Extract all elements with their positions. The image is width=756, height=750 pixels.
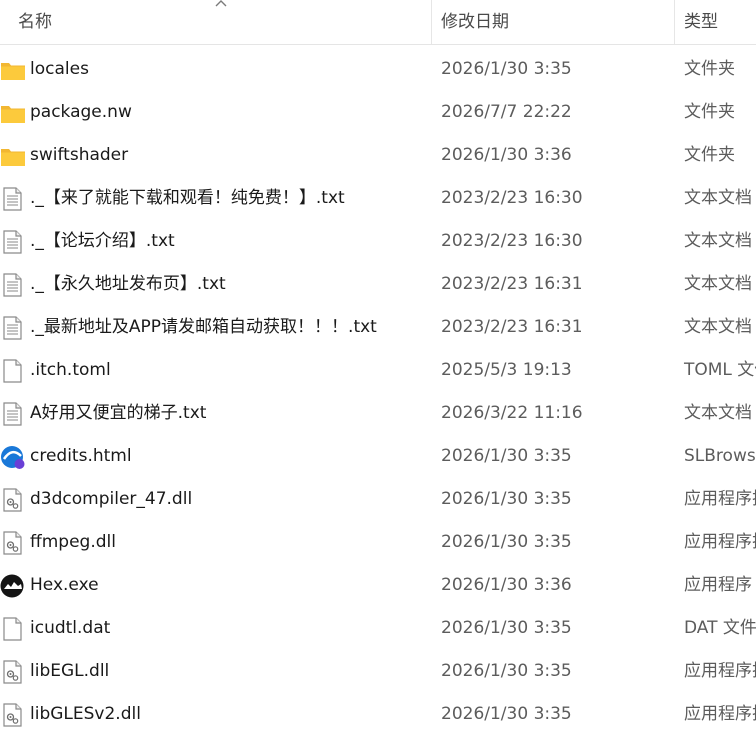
file-name: ffmpeg.dll	[30, 532, 116, 552]
file-date: 2025/5/3 19:13	[441, 360, 572, 380]
file-type: 应用程序扩展	[684, 489, 756, 509]
file-name: ._【永久地址发布页】.txt	[30, 274, 226, 294]
file-date: 2026/7/7 22:22	[441, 102, 572, 122]
file-name: ._【来了就能下载和观看！纯免费！】.txt	[30, 188, 345, 208]
dll-file-icon	[0, 487, 26, 513]
file-name: d3dcompiler_47.dll	[30, 489, 193, 509]
text-file-icon	[0, 401, 26, 427]
file-date: 2026/1/30 3:35	[441, 661, 572, 681]
file-name: package.nw	[30, 102, 132, 122]
text-file-icon	[0, 186, 26, 212]
file-row[interactable]: A好用又便宜的梯子.txt 2026/3/22 11:16 文本文档	[0, 392, 756, 435]
file-name: libGLESv2.dll	[30, 704, 141, 724]
file-row[interactable]: locales 2026/1/30 3:35 文件夹	[0, 48, 756, 91]
file-row[interactable]: ._【永久地址发布页】.txt 2023/2/23 16:31 文本文档	[0, 263, 756, 306]
file-date: 2026/1/30 3:35	[441, 489, 572, 509]
file-row[interactable]: Hex.exe 2026/1/30 3:36 应用程序	[0, 564, 756, 607]
file-row[interactable]: ._【论坛介绍】.txt 2023/2/23 16:30 文本文档	[0, 220, 756, 263]
file-date: 2026/3/22 11:16	[441, 403, 583, 423]
file-type: 应用程序扩展	[684, 532, 756, 552]
file-row[interactable]: d3dcompiler_47.dll 2026/1/30 3:35 应用程序扩展	[0, 478, 756, 521]
file-date: 2023/2/23 16:30	[441, 231, 583, 251]
file-type: 文件夹	[684, 145, 735, 165]
file-row[interactable]: libGLESv2.dll 2026/1/30 3:35 应用程序扩展	[0, 693, 756, 736]
file-date: 2026/1/30 3:36	[441, 145, 572, 165]
file-name: .itch.toml	[30, 360, 111, 380]
blank-file-icon	[0, 358, 26, 384]
dll-file-icon	[0, 530, 26, 556]
file-row[interactable]: libEGL.dll 2026/1/30 3:35 应用程序扩展	[0, 650, 756, 693]
dll-file-icon	[0, 659, 26, 685]
file-type: DAT 文件	[684, 618, 756, 638]
file-date: 2026/1/30 3:35	[441, 532, 572, 552]
file-row[interactable]: ._最新地址及APP请发邮箱自动获取！！！.txt 2023/2/23 16:31…	[0, 306, 756, 349]
file-name: locales	[30, 59, 89, 79]
folder-icon	[0, 100, 26, 126]
file-list: locales 2026/1/30 3:35 文件夹 package.nw 2026/…	[0, 48, 756, 736]
dll-file-icon	[0, 702, 26, 728]
file-type: 应用程序	[684, 575, 752, 595]
hex-app-icon	[0, 573, 26, 599]
file-name: swiftshader	[30, 145, 129, 165]
file-date: 2026/1/30 3:35	[441, 59, 572, 79]
text-file-icon	[0, 229, 26, 255]
file-type: 文本文档	[684, 231, 752, 251]
column-divider[interactable]	[674, 0, 675, 44]
header-type[interactable]: 类型	[684, 0, 718, 44]
file-type: 应用程序扩展	[684, 661, 756, 681]
file-row[interactable]: package.nw 2026/7/7 22:22 文件夹	[0, 91, 756, 134]
file-row[interactable]: credits.html 2026/1/30 3:35 SLBrowser	[0, 435, 756, 478]
file-row[interactable]: .itch.toml 2025/5/3 19:13 TOML 文件	[0, 349, 756, 392]
file-date: 2023/2/23 16:31	[441, 274, 583, 294]
file-name: Hex.exe	[30, 575, 99, 595]
file-date: 2026/1/30 3:35	[441, 704, 572, 724]
file-type: 应用程序扩展	[684, 704, 756, 724]
file-type: 文件夹	[684, 102, 735, 122]
column-divider[interactable]	[431, 0, 432, 44]
browser-icon	[0, 444, 26, 470]
file-type: 文本文档	[684, 317, 752, 337]
file-date: 2026/1/30 3:35	[441, 618, 572, 638]
file-name: A好用又便宜的梯子.txt	[30, 403, 207, 423]
file-name: ._【论坛介绍】.txt	[30, 231, 175, 251]
sort-ascending-icon[interactable]	[214, 0, 228, 8]
file-type: 文件夹	[684, 59, 735, 79]
folder-icon	[0, 57, 26, 83]
file-row[interactable]: ._【来了就能下载和观看！纯免费！】.txt 2023/2/23 16:30 文本文…	[0, 177, 756, 220]
file-name: ._最新地址及APP请发邮箱自动获取！！！.txt	[30, 317, 377, 337]
file-row[interactable]: icudtl.dat 2026/1/30 3:35 DAT 文件	[0, 607, 756, 650]
blank-file-icon	[0, 616, 26, 642]
file-type: 文本文档	[684, 274, 752, 294]
file-name: libEGL.dll	[30, 661, 110, 681]
file-name: icudtl.dat	[30, 618, 111, 638]
text-file-icon	[0, 272, 26, 298]
file-type: 文本文档	[684, 188, 752, 208]
column-header: 名称 修改日期 类型	[0, 0, 756, 45]
text-file-icon	[0, 315, 26, 341]
file-date: 2026/1/30 3:35	[441, 446, 572, 466]
file-name: credits.html	[30, 446, 132, 466]
file-type: SLBrowser	[684, 446, 756, 466]
file-row[interactable]: swiftshader 2026/1/30 3:36 文件夹	[0, 134, 756, 177]
file-date: 2023/2/23 16:30	[441, 188, 583, 208]
header-date[interactable]: 修改日期	[441, 0, 509, 44]
folder-icon	[0, 143, 26, 169]
file-type: 文本文档	[684, 403, 752, 423]
file-type: TOML 文件	[684, 360, 756, 380]
file-date: 2023/2/23 16:31	[441, 317, 583, 337]
file-date: 2026/1/30 3:36	[441, 575, 572, 595]
file-row[interactable]: ffmpeg.dll 2026/1/30 3:35 应用程序扩展	[0, 521, 756, 564]
header-name[interactable]: 名称	[18, 0, 52, 44]
